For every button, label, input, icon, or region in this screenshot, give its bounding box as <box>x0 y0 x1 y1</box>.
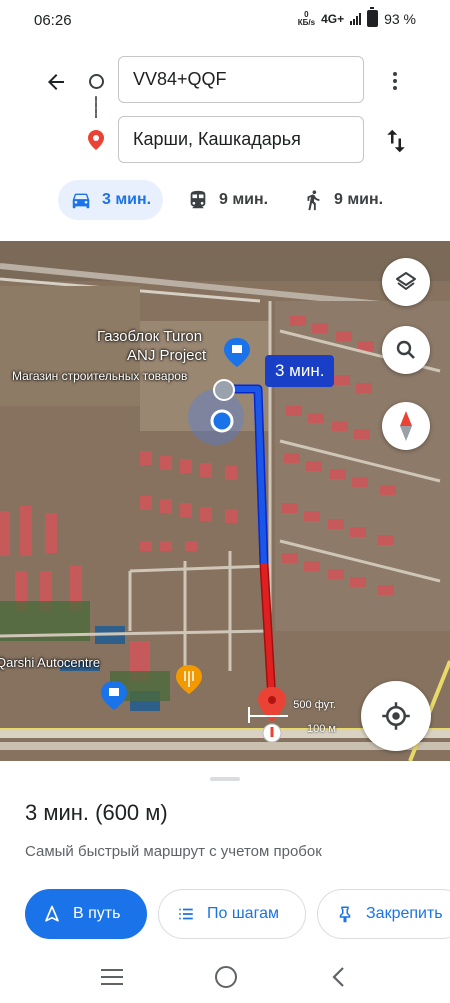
pin-icon <box>339 906 351 923</box>
poi-label-anj[interactable]: ANJ Project <box>127 347 206 364</box>
poi-label-qarshi[interactable]: Qarshi Autocentre <box>0 655 100 670</box>
travel-modes: 3 мин. 9 мин. 9 мин. <box>0 180 450 224</box>
status-icons: 0 КБ/s 4G+ 93 % <box>297 7 416 27</box>
shop-marker-2 <box>101 681 127 710</box>
scale-bar: 500 фут. 100 м <box>244 699 340 739</box>
origin-field[interactable]: VV84+QQF <box>118 56 364 103</box>
battery-level: 93 % <box>384 10 416 27</box>
steps-label: По шагам <box>207 905 279 922</box>
transit-icon <box>190 190 206 209</box>
car-icon <box>72 193 90 209</box>
route-duration-distance: 3 мин. (600 м) <box>25 800 168 825</box>
list-icon <box>179 908 193 920</box>
back-nav-icon[interactable] <box>330 966 346 988</box>
scale-feet: 500 фут. <box>293 699 336 711</box>
mode-walking[interactable]: 9 мин. <box>290 180 395 220</box>
eta-bubble[interactable]: 3 мин. <box>265 355 335 387</box>
net-speed-unit: КБ/s <box>297 17 316 27</box>
destination-field[interactable]: Карши, Кашкадарья <box>118 116 364 163</box>
mode-transit[interactable]: 9 мин. <box>175 180 280 220</box>
my-location-icon <box>382 702 410 730</box>
poi-label-gazoblok[interactable]: Газоблок Turon <box>97 328 202 345</box>
route-start-point <box>213 379 235 401</box>
signal-icon <box>350 12 362 25</box>
my-location-button[interactable] <box>361 681 431 751</box>
route-description: Самый быстрый маршрут с учетом пробок <box>25 843 322 860</box>
navigation-arrow-icon <box>45 905 59 922</box>
recent-apps-icon[interactable] <box>101 969 123 990</box>
net-speed: 0 КБ/s <box>297 10 316 27</box>
scale-meters: 100 м <box>307 723 336 735</box>
sheet-drag-handle[interactable] <box>210 777 240 781</box>
start-label: В путь <box>73 905 121 922</box>
swap-icon[interactable] <box>381 126 411 156</box>
back-arrow-icon <box>48 74 64 90</box>
status-bar: 06:26 0 КБ/s 4G+ 93 % <box>0 0 450 40</box>
search-along-route-button[interactable] <box>382 326 430 374</box>
route-dots <box>95 96 97 118</box>
more-vert-icon <box>393 72 397 76</box>
walk-icon <box>307 190 320 211</box>
compass-button[interactable] <box>382 402 430 450</box>
mode-driving-time: 3 мин. <box>102 191 152 208</box>
mode-walking-time: 9 мин. <box>334 191 384 208</box>
poi-label-magazin[interactable]: Магазин строительных товаров <box>12 369 187 383</box>
back-button[interactable] <box>38 64 74 100</box>
shop-marker-1 <box>224 338 250 367</box>
battery-icon <box>367 7 379 27</box>
steps-button[interactable]: По шагам <box>158 889 306 939</box>
map-view[interactable]: Газоблок Turon ANJ Project Магазин строи… <box>0 241 450 761</box>
search-icon <box>396 340 415 359</box>
mode-driving[interactable]: 3 мин. <box>58 180 164 220</box>
current-location-dot <box>210 409 234 433</box>
home-icon[interactable] <box>215 966 237 988</box>
destination-pin-icon <box>88 130 104 150</box>
layers-button[interactable] <box>382 258 430 306</box>
status-time: 06:26 <box>34 12 72 29</box>
origin-dot-icon <box>89 74 104 89</box>
network-type: 4G+ <box>321 11 345 26</box>
compass-icon <box>400 411 412 441</box>
start-navigation-button[interactable]: В путь <box>25 889 147 939</box>
pin-label: Закрепить <box>366 905 443 922</box>
system-nav-bar <box>0 955 450 1003</box>
pin-button[interactable]: Закрепить <box>317 889 450 939</box>
directions-header: VV84+QQF Карши, Кашкадарья 3 мин. 9 мин.… <box>0 40 450 240</box>
layers-icon <box>396 272 416 290</box>
restaurant-marker <box>176 665 202 694</box>
mode-transit-time: 9 мин. <box>219 191 269 208</box>
more-options-button[interactable] <box>385 66 405 96</box>
